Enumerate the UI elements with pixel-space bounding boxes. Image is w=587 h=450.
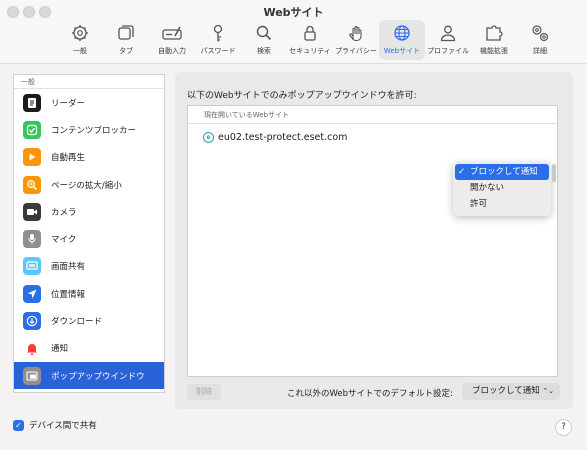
tab-tabs[interactable]: タブ — [103, 20, 149, 60]
gear-icon — [72, 25, 88, 41]
panel-title: 以下のWebサイトでのみポップアップウインドウを許可: — [187, 91, 417, 101]
sidebar-item-page-zoom[interactable]: ページの拡大/縮小 — [14, 171, 164, 198]
hand-icon — [349, 25, 362, 42]
share-across-devices[interactable]: ✓ デバイス間で共有 — [13, 419, 97, 431]
settings-panel: 以下のWebサイトでのみポップアップウインドウを許可: 現在開いているWebサイ… — [175, 72, 573, 409]
preferences-toolbar: 一般 タブ 自動入力 パスワード 検索 セキュリティ プライバシー Webサイト… — [57, 20, 563, 60]
sidebar-item-label: マイク — [51, 235, 77, 246]
scrollbar[interactable] — [552, 164, 556, 182]
sidebar-item-label: 位置情報 — [51, 289, 86, 300]
reader-icon — [23, 93, 41, 112]
autofill-icon — [162, 26, 182, 40]
tab-passwords[interactable]: パスワード — [195, 20, 241, 60]
sidebar-item-content-blockers[interactable]: コンテンツブロッカー — [14, 116, 164, 143]
tab-label: プライバシー — [335, 47, 377, 55]
tab-security[interactable]: セキュリティ — [287, 20, 333, 60]
tab-label: Webサイト — [383, 47, 421, 55]
microphone-icon — [23, 230, 41, 249]
menu-item-label: ブロックして通知 — [470, 167, 538, 177]
tab-label: プロファイル — [427, 47, 469, 55]
default-setting-select[interactable]: ブロックして通知 ⌃⌄ — [462, 383, 560, 400]
tabs-icon — [118, 25, 134, 40]
sidebar-item-label: 通知 — [51, 344, 69, 355]
sidebar-item-label: リーダー — [51, 98, 86, 109]
chevron-updown-icon: ⌃⌄ — [542, 387, 554, 395]
sidebar-item-microphone[interactable]: マイク — [14, 225, 164, 252]
sidebar-item-label: ページの拡大/縮小 — [51, 180, 122, 191]
gears-icon — [532, 25, 549, 42]
sidebar-item-label: ポップアップウインドウ — [51, 371, 145, 382]
title-bar: Webサイト 一般 タブ 自動入力 パスワード 検索 セキュリティ プライバシー — [0, 0, 587, 64]
sidebar-item-label: 自動再生 — [51, 153, 86, 164]
help-button[interactable]: ? — [555, 419, 572, 436]
tab-privacy[interactable]: プライバシー — [333, 20, 379, 60]
share-checkbox[interactable]: ✓ — [13, 419, 24, 431]
delete-button[interactable]: 削除 — [187, 384, 221, 400]
menu-item-label: 開かない — [470, 183, 505, 193]
popup-window-icon — [23, 366, 41, 385]
tab-label: セキュリティ — [289, 47, 331, 55]
sidebar-item-label: 画面共有 — [51, 262, 86, 273]
extension-icon — [486, 25, 503, 41]
menu-item-allow[interactable]: 許可 — [455, 196, 549, 212]
tab-label: 機能拡張 — [480, 47, 508, 55]
share-label: デバイス間で共有 — [29, 421, 97, 431]
sidebar-item-downloads[interactable]: ダウンロード — [14, 307, 164, 334]
tab-label: パスワード — [200, 47, 236, 55]
sidebar-item-screen-sharing[interactable]: 画面共有 — [14, 253, 164, 280]
list-section-header: 現在開いているWebサイト — [188, 106, 557, 124]
menu-item-block[interactable]: 開かない — [455, 180, 549, 196]
list-item[interactable]: e eu02.test-protect.eset.com — [203, 132, 347, 143]
screen-share-icon — [23, 257, 41, 276]
sidebar-section-header: 一般 — [14, 75, 164, 89]
tab-general[interactable]: 一般 — [57, 20, 103, 60]
bell-icon — [23, 339, 41, 358]
sidebar-item-label: ダウンロード — [51, 317, 103, 328]
globe-icon — [394, 25, 410, 41]
sidebar: 一般 リーダー コンテンツブロッカー 自動再生 ページの拡大/縮小 カメラ マイ… — [13, 74, 165, 393]
play-icon — [23, 148, 41, 167]
tab-profiles[interactable]: プロファイル — [425, 20, 471, 60]
window-title: Webサイト — [263, 6, 324, 19]
sidebar-item-autoplay[interactable]: 自動再生 — [14, 144, 164, 171]
tab-label: タブ — [119, 47, 133, 55]
tab-label: 自動入力 — [158, 47, 186, 55]
lock-icon — [304, 25, 316, 41]
tab-advanced[interactable]: 詳細 — [517, 20, 563, 60]
site-favicon-icon: e — [203, 132, 214, 143]
sidebar-item-label: コンテンツブロッカー — [51, 125, 137, 136]
select-value: ブロックして通知 — [472, 386, 540, 396]
tab-extensions[interactable]: 機能拡張 — [471, 20, 517, 60]
website-list[interactable]: 現在開いているWebサイト e eu02.test-protect.eset.c… — [187, 105, 558, 377]
tab-label: 詳細 — [533, 47, 547, 55]
sidebar-item-reader[interactable]: リーダー — [14, 89, 164, 116]
menu-item-block-and-notify[interactable]: ✓ ブロックして通知 — [455, 164, 549, 180]
camera-icon — [23, 202, 41, 221]
location-icon — [23, 284, 41, 303]
tab-autofill[interactable]: 自動入力 — [149, 20, 195, 60]
tab-label: 一般 — [73, 47, 87, 55]
person-icon — [440, 25, 456, 42]
default-setting-label: これ以外のWebサイトでのデフォルト設定: — [287, 389, 453, 399]
download-icon — [23, 312, 41, 331]
sidebar-item-camera[interactable]: カメラ — [14, 198, 164, 225]
search-icon — [256, 25, 272, 41]
popup-setting-menu[interactable]: ✓ ブロックして通知 開かない 許可 — [453, 162, 551, 216]
menu-item-label: 許可 — [470, 199, 488, 209]
zoom-icon — [23, 175, 41, 194]
site-url: eu02.test-protect.eset.com — [218, 132, 348, 143]
tab-search[interactable]: 検索 — [241, 20, 287, 60]
sidebar-item-notifications[interactable]: 通知 — [14, 335, 164, 362]
sidebar-item-label: カメラ — [51, 207, 77, 218]
tab-label: 検索 — [257, 47, 271, 55]
checkmark-icon: ✓ — [458, 167, 466, 177]
checkmark-icon — [23, 120, 41, 139]
sidebar-item-popup-windows[interactable]: ポップアップウインドウ — [14, 361, 164, 390]
sidebar-item-location[interactable]: 位置情報 — [14, 280, 164, 307]
key-icon — [213, 24, 223, 42]
tab-websites[interactable]: Webサイト — [379, 20, 425, 60]
